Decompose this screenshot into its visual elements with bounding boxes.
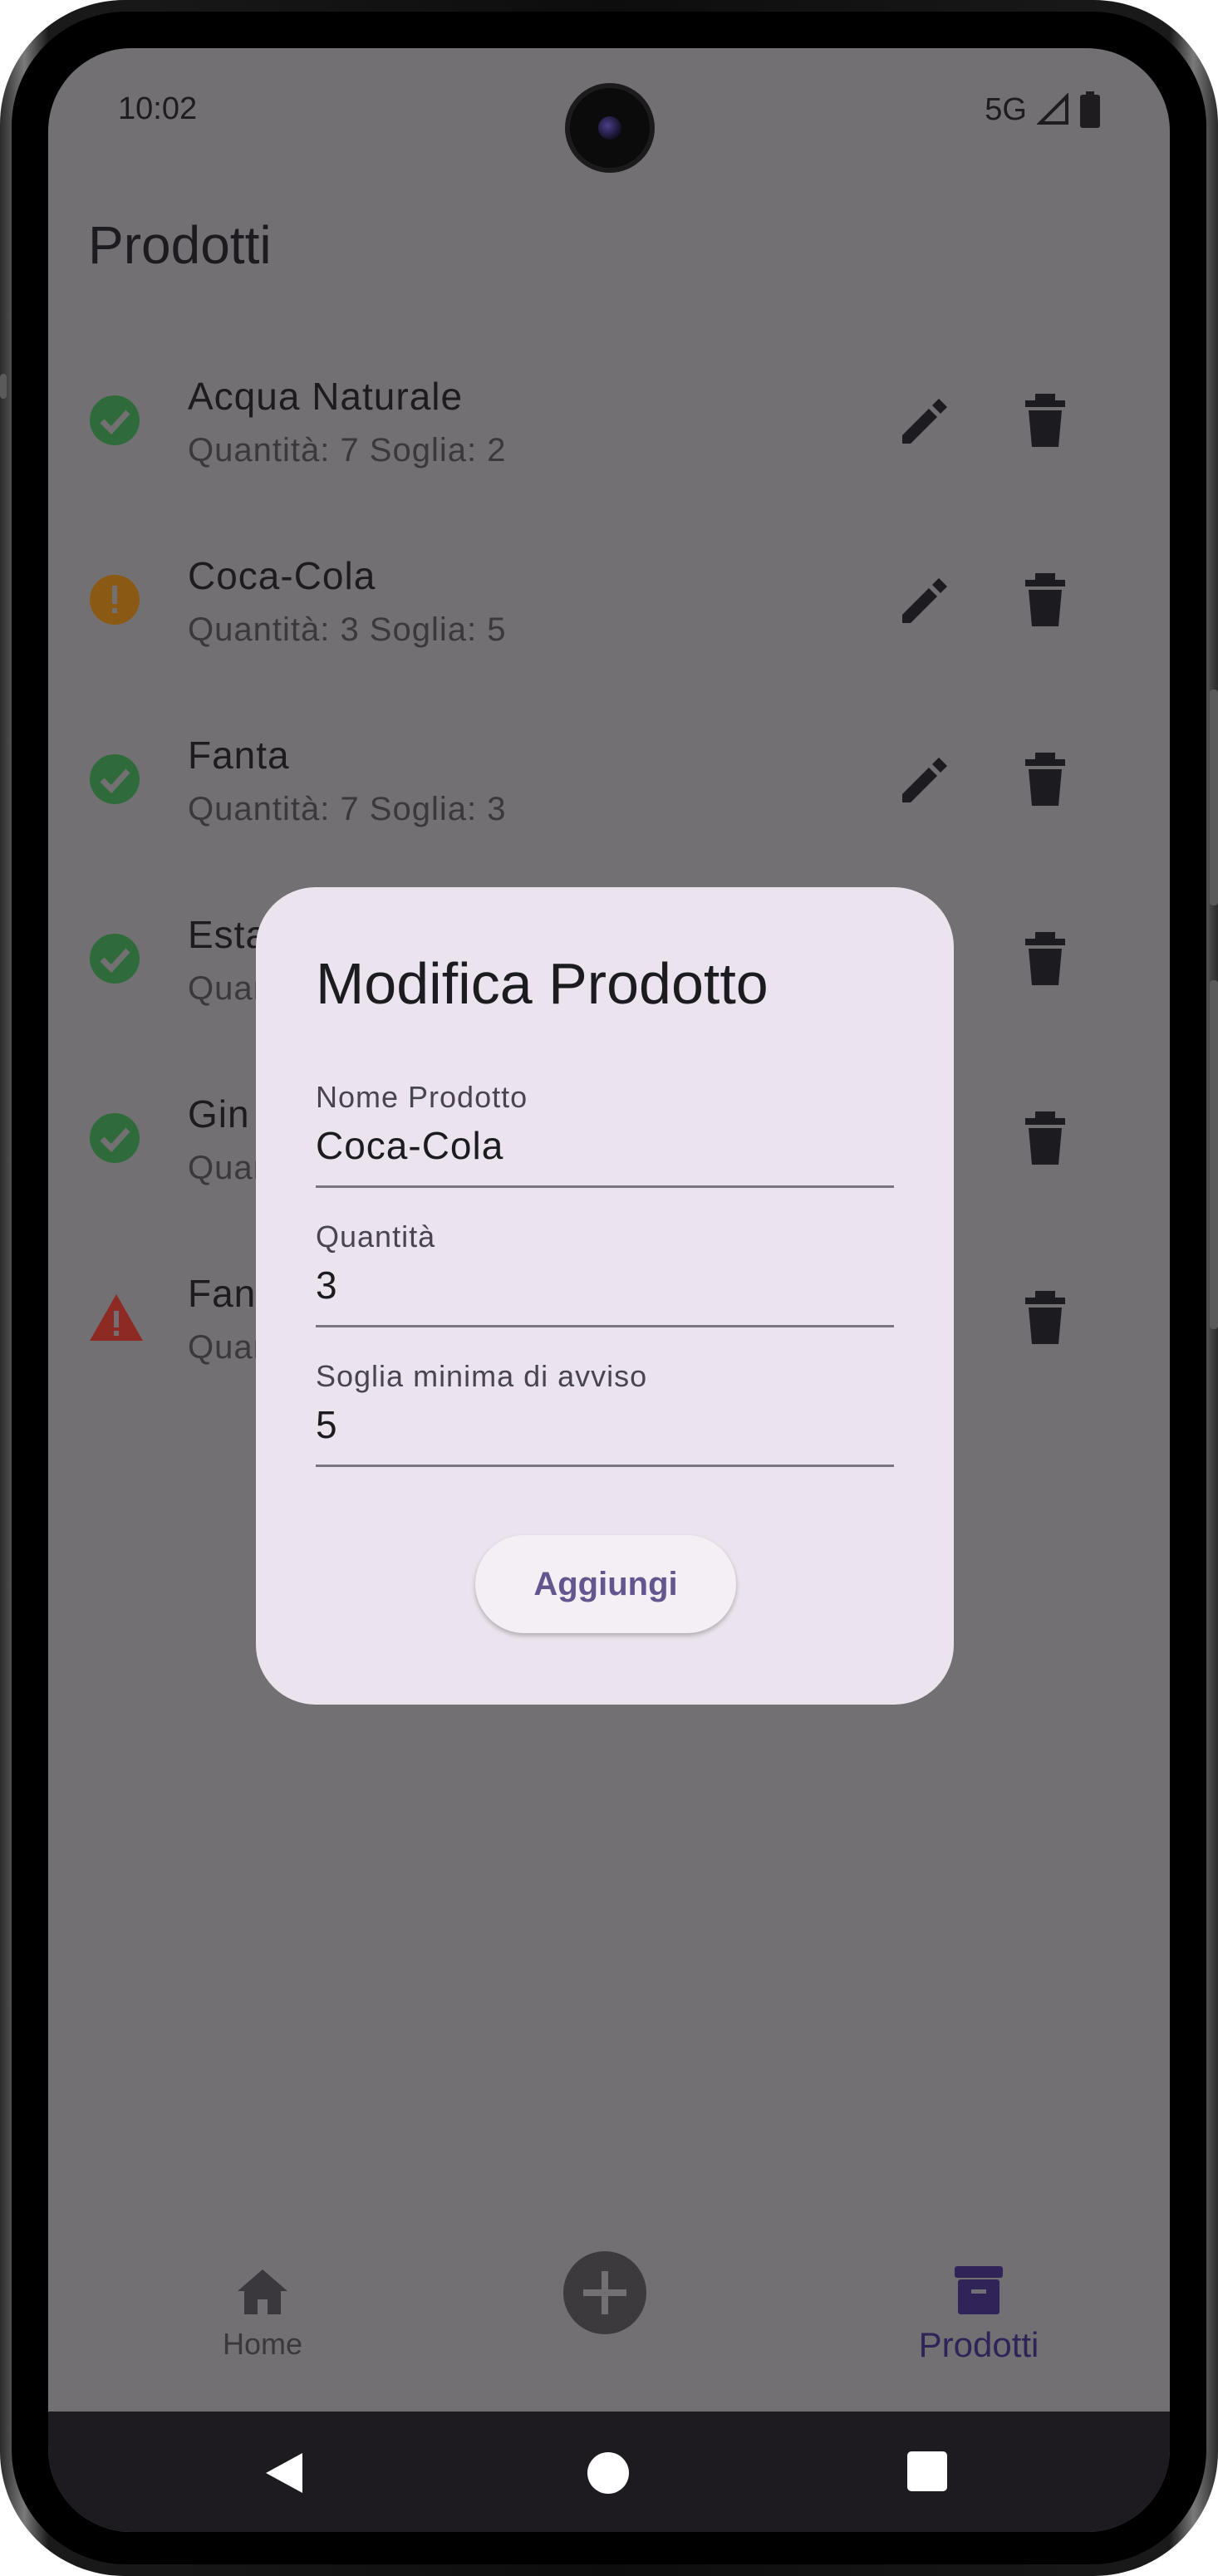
dialog-title: Modifica Prodotto	[316, 951, 769, 1016]
quantity-field[interactable]: Quantità 3	[316, 1219, 894, 1327]
product-name-label: Nome Prodotto	[316, 1080, 528, 1114]
product-details: Quar	[188, 970, 265, 1007]
warning-triangle-icon	[90, 1294, 143, 1341]
back-icon[interactable]	[263, 2451, 304, 2495]
delete-button[interactable]	[1020, 572, 1070, 630]
plus-icon	[583, 2271, 626, 2314]
product-name: Fan	[188, 1272, 257, 1315]
nav-products-label: Prodotti	[918, 2325, 1039, 2364]
pencil-icon	[902, 399, 947, 444]
system-navigation-bar	[48, 2412, 1170, 2532]
side-button-right-2	[1210, 980, 1218, 1329]
quantity-label: Quantità	[316, 1219, 436, 1254]
battery-icon	[1080, 91, 1100, 128]
nav-home-label: Home	[222, 2327, 303, 2361]
submit-button[interactable]: Aggiungi	[475, 1535, 736, 1633]
status-indicator	[88, 753, 141, 806]
status-time: 10:02	[118, 91, 198, 126]
nav-add-button[interactable]	[563, 2251, 646, 2334]
product-name-field[interactable]: Nome Prodotto Coca-Cola	[316, 1080, 894, 1188]
pencil-icon	[902, 578, 947, 623]
threshold-label: Soglia minima di avviso	[316, 1359, 648, 1393]
product-name: Acqua Naturale	[188, 375, 464, 418]
archive-icon	[955, 2266, 1003, 2314]
product-name: Coca-Cola	[188, 554, 376, 597]
phone-frame: 10:02 5G Prodotti Acqua Naturale Quantità…	[0, 0, 1218, 2576]
delete-button[interactable]	[1020, 930, 1070, 989]
edit-button[interactable]	[896, 572, 954, 630]
product-details: Quar	[188, 1329, 265, 1366]
status-icons: 5G	[985, 91, 1100, 128]
status-indicator	[88, 1291, 143, 1344]
product-name: Gin	[188, 1092, 250, 1136]
threshold-field[interactable]: Soglia minima di avviso 5	[316, 1359, 894, 1467]
status-indicator	[88, 394, 141, 447]
check-circle-icon	[90, 934, 140, 984]
delete-button[interactable]	[1020, 1110, 1070, 1168]
status-indicator	[88, 932, 141, 985]
trash-icon	[1025, 1291, 1065, 1344]
edit-button[interactable]	[896, 751, 954, 809]
camera-cutout	[570, 88, 650, 168]
edit-product-dialog: Modifica Prodotto Nome Prodotto Coca-Col…	[256, 887, 954, 1705]
product-details: Quar	[188, 1150, 265, 1186]
page-title: Prodotti	[88, 215, 272, 275]
check-circle-icon	[90, 395, 140, 445]
delete-button[interactable]	[1020, 751, 1070, 809]
trash-icon	[1025, 573, 1065, 626]
side-button-left	[0, 374, 7, 399]
screen: 10:02 5G Prodotti Acqua Naturale Quantità…	[48, 48, 1170, 2532]
delete-button[interactable]	[1020, 1289, 1070, 1347]
quantity-value[interactable]: 3	[316, 1263, 894, 1308]
check-circle-icon	[90, 1113, 140, 1163]
exclamation-circle-icon	[90, 575, 140, 625]
status-indicator	[88, 1111, 141, 1165]
recents-icon[interactable]	[907, 2451, 947, 2491]
product-details: Quantità: 7 Soglia: 2	[188, 432, 507, 469]
pencil-icon	[902, 758, 947, 802]
list-item[interactable]: Acqua Naturale Quantità: 7 Soglia: 2	[48, 336, 1170, 515]
side-button-right-1	[1210, 689, 1218, 905]
trash-icon	[1025, 1111, 1065, 1165]
check-circle-icon	[90, 754, 140, 804]
threshold-value[interactable]: 5	[316, 1402, 894, 1447]
delete-button[interactable]	[1020, 392, 1070, 450]
field-underline	[316, 1465, 894, 1467]
product-name: Fanta	[188, 734, 290, 777]
list-item[interactable]: Coca-Cola Quantità: 3 Soglia: 5	[48, 515, 1170, 694]
trash-icon	[1025, 394, 1065, 447]
nav-home[interactable]: Home	[188, 2268, 337, 2362]
product-details: Quantità: 7 Soglia: 3	[188, 791, 507, 827]
trash-icon	[1025, 932, 1065, 985]
field-underline	[316, 1185, 894, 1188]
network-label: 5G	[985, 91, 1027, 127]
list-item[interactable]: Fanta Quantità: 7 Soglia: 3	[48, 694, 1170, 874]
trash-icon	[1025, 753, 1065, 806]
product-name-value[interactable]: Coca-Cola	[316, 1123, 894, 1168]
edit-button[interactable]	[896, 392, 954, 450]
home-icon	[238, 2269, 287, 2314]
status-indicator	[88, 573, 141, 626]
product-details: Quantità: 3 Soglia: 5	[188, 611, 507, 648]
field-underline	[316, 1325, 894, 1327]
home-circle-icon[interactable]	[587, 2451, 630, 2495]
signal-icon	[1037, 93, 1068, 125]
nav-products[interactable]: Prodotti	[887, 2264, 1070, 2365]
